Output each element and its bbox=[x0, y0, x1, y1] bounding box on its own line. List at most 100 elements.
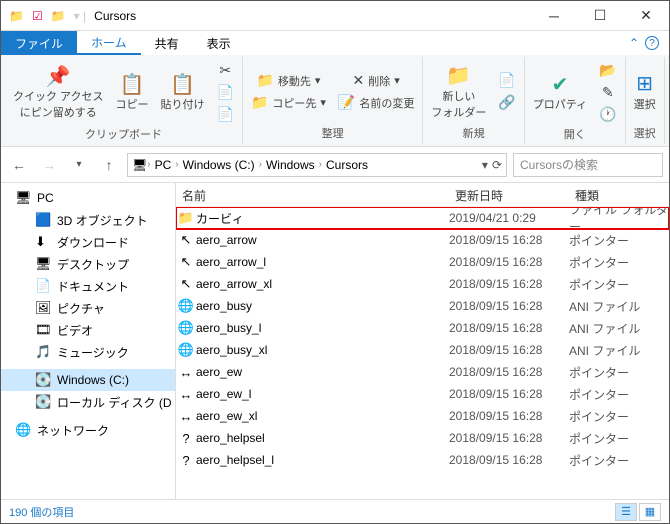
tree-node[interactable]: 💽ローカル ディスク (D bbox=[1, 391, 175, 413]
file-row[interactable]: 📁カービィ2019/04/21 0:29ファイル フォルダー bbox=[176, 207, 669, 229]
file-row[interactable]: 🌐aero_busy2018/09/15 16:28ANI ファイル bbox=[176, 295, 669, 317]
tab-view[interactable]: 表示 bbox=[193, 31, 245, 55]
file-row[interactable]: 🌐aero_busy_l2018/09/15 16:28ANI ファイル bbox=[176, 317, 669, 339]
newitem-button[interactable]: 📄 bbox=[494, 70, 519, 92]
tree-node[interactable]: 🟦3D オブジェクト bbox=[1, 209, 175, 231]
copy-button[interactable]: 📋コピー bbox=[112, 70, 153, 114]
up-button[interactable]: ↑ bbox=[97, 153, 121, 177]
col-date[interactable]: 更新日時 bbox=[449, 183, 569, 206]
tree-icon: ⬇ bbox=[35, 234, 51, 250]
cut-button[interactable]: ✂ bbox=[213, 59, 238, 81]
crumb-3[interactable]: Cursors bbox=[322, 158, 372, 172]
file-row[interactable]: ↖aero_arrow_l2018/09/15 16:28ポインター bbox=[176, 251, 669, 273]
file-row[interactable]: ↔aero_ew2018/09/15 16:28ポインター bbox=[176, 361, 669, 383]
col-name[interactable]: 名前 bbox=[176, 183, 449, 206]
file-icon: 🌐 bbox=[176, 298, 196, 314]
newfolder-icon: 📁 bbox=[446, 64, 471, 88]
file-list[interactable]: 📁カービィ2019/04/21 0:29ファイル フォルダー↖aero_arro… bbox=[176, 207, 669, 499]
tree-node[interactable]: 🖥 デスクトップ bbox=[1, 253, 175, 275]
titlebar: 📁 ☑ 📁 ▾ | Cursors ─ ☐ ✕ bbox=[1, 1, 669, 31]
file-date: 2018/09/15 16:28 bbox=[449, 321, 569, 335]
file-date: 2018/09/15 16:28 bbox=[449, 365, 569, 379]
address-bar[interactable]: 🖥 › PC› Windows (C:)› Windows› Cursors ▾… bbox=[127, 153, 507, 177]
back-button[interactable]: ← bbox=[7, 153, 31, 177]
close-button[interactable]: ✕ bbox=[623, 1, 669, 31]
qat-checkbox-icon[interactable]: ☑ bbox=[32, 9, 43, 23]
column-headers[interactable]: 名前 更新日時 種類 bbox=[176, 183, 669, 207]
minimize-button[interactable]: ─ bbox=[531, 1, 577, 31]
edit-button[interactable]: ✎ bbox=[595, 81, 620, 103]
paste-icon: 📋 bbox=[170, 72, 195, 96]
tree-node[interactable]: 🖥PC bbox=[1, 187, 175, 209]
file-name: aero_busy_xl bbox=[196, 343, 449, 357]
qat-folder-icon[interactable]: 📁 bbox=[51, 9, 66, 23]
file-date: 2018/09/15 16:28 bbox=[449, 387, 569, 401]
crumb-0[interactable]: PC bbox=[151, 158, 176, 172]
file-date: 2018/09/15 16:28 bbox=[449, 453, 569, 467]
file-row[interactable]: ↖aero_arrow_xl2018/09/15 16:28ポインター bbox=[176, 273, 669, 295]
crumb-2[interactable]: Windows bbox=[262, 158, 319, 172]
tree-icon: 🖥 bbox=[35, 256, 51, 272]
view-icons-button[interactable]: ▦ bbox=[639, 503, 661, 521]
col-type[interactable]: 種類 bbox=[569, 183, 669, 206]
help-icon[interactable]: ? bbox=[645, 36, 659, 50]
history-button[interactable]: 🕐 bbox=[595, 103, 620, 125]
file-row[interactable]: ↖aero_arrow2018/09/15 16:28ポインター bbox=[176, 229, 669, 251]
search-input[interactable]: Cursorsの検索 bbox=[513, 153, 663, 177]
newfolder-button[interactable]: 📁新しい フォルダー bbox=[427, 62, 490, 122]
tree-node[interactable]: 💽Windows (C:) bbox=[1, 369, 175, 391]
tree-node[interactable]: 🌐ネットワーク bbox=[1, 419, 175, 441]
tab-home[interactable]: ホーム bbox=[77, 31, 141, 55]
addr-dropdown-icon[interactable]: ▾ bbox=[482, 158, 488, 172]
file-name: aero_arrow bbox=[196, 233, 449, 247]
status-count: 190 個の項目 bbox=[9, 504, 74, 520]
maximize-button[interactable]: ☐ bbox=[577, 1, 623, 31]
file-icon: ↖ bbox=[176, 232, 196, 248]
copypath-button[interactable]: 📄 bbox=[213, 81, 238, 103]
delete-button[interactable]: ✕削除▾ bbox=[334, 70, 418, 92]
view-details-button[interactable]: ☰ bbox=[615, 503, 637, 521]
tree-label: ドキュメント bbox=[57, 278, 129, 295]
tree-icon: 🖼 bbox=[35, 300, 51, 316]
ribbon: 📌クイック アクセス にピン留めする 📋コピー 📋貼り付け ✂ 📄 📄 クリップ… bbox=[1, 55, 669, 147]
group-clipboard-label: クリップボード bbox=[85, 125, 162, 143]
tree-label: ダウンロード bbox=[57, 234, 129, 251]
crumb-1[interactable]: Windows (C:) bbox=[179, 158, 259, 172]
tree-node[interactable]: ⬇ ダウンロード bbox=[1, 231, 175, 253]
tree-node[interactable]: 🎵ミュージック bbox=[1, 341, 175, 363]
easyaccess-button[interactable]: 🔗 bbox=[494, 92, 519, 114]
tab-file[interactable]: ファイル bbox=[1, 31, 77, 55]
group-new-label: 新規 bbox=[463, 124, 485, 142]
paste-button[interactable]: 📋貼り付け bbox=[157, 70, 209, 114]
file-type: ポインター bbox=[569, 430, 669, 447]
tree-label: ピクチャ bbox=[57, 300, 105, 317]
tree-node[interactable]: 🖼 ピクチャ bbox=[1, 297, 175, 319]
tree-node[interactable]: 🎞ビデオ bbox=[1, 319, 175, 341]
properties-button[interactable]: ✔プロパティ bbox=[529, 70, 591, 114]
tab-share[interactable]: 共有 bbox=[141, 31, 193, 55]
rename-button[interactable]: 📝名前の変更 bbox=[334, 92, 418, 114]
file-row[interactable]: ?aero_helpsel_l2018/09/15 16:28ポインター bbox=[176, 449, 669, 471]
file-type: ANI ファイル bbox=[569, 298, 669, 315]
open-icon: 📂 bbox=[599, 62, 616, 79]
recent-button[interactable]: ▾ bbox=[67, 153, 91, 177]
file-date: 2018/09/15 16:28 bbox=[449, 431, 569, 445]
collapse-ribbon-icon[interactable]: ⌃ bbox=[629, 36, 639, 50]
pasteshortcut-button[interactable]: 📄 bbox=[213, 103, 238, 125]
open-button[interactable]: 📂 bbox=[595, 59, 620, 81]
file-row[interactable]: ↔aero_ew_xl2018/09/15 16:28ポインター bbox=[176, 405, 669, 427]
moveto-button[interactable]: 📁移動先▾ bbox=[247, 70, 330, 92]
refresh-icon[interactable]: ⟳ bbox=[492, 158, 502, 172]
file-row[interactable]: ↔aero_ew_l2018/09/15 16:28ポインター bbox=[176, 383, 669, 405]
file-row[interactable]: 🌐aero_busy_xl2018/09/15 16:28ANI ファイル bbox=[176, 339, 669, 361]
select-button[interactable]: ⊞選択 bbox=[630, 70, 660, 114]
tree-label: デスクトップ bbox=[57, 256, 129, 273]
forward-button[interactable]: → bbox=[37, 153, 61, 177]
folder-icon: 📁 bbox=[9, 9, 24, 23]
file-row[interactable]: ?aero_helpsel2018/09/15 16:28ポインター bbox=[176, 427, 669, 449]
nav-tree[interactable]: 🖥PC🟦3D オブジェクト ⬇ ダウンロード 🖥 デスクトップ 📄ドキュメント 🖼 ピクチャ 🎞… bbox=[1, 183, 176, 499]
tree-node[interactable]: 📄ドキュメント bbox=[1, 275, 175, 297]
path-icon: 📄 bbox=[217, 84, 234, 101]
pin-quickaccess-button[interactable]: 📌クイック アクセス にピン留めする bbox=[9, 62, 108, 122]
copyto-button[interactable]: 📁コピー先▾ bbox=[247, 92, 330, 114]
